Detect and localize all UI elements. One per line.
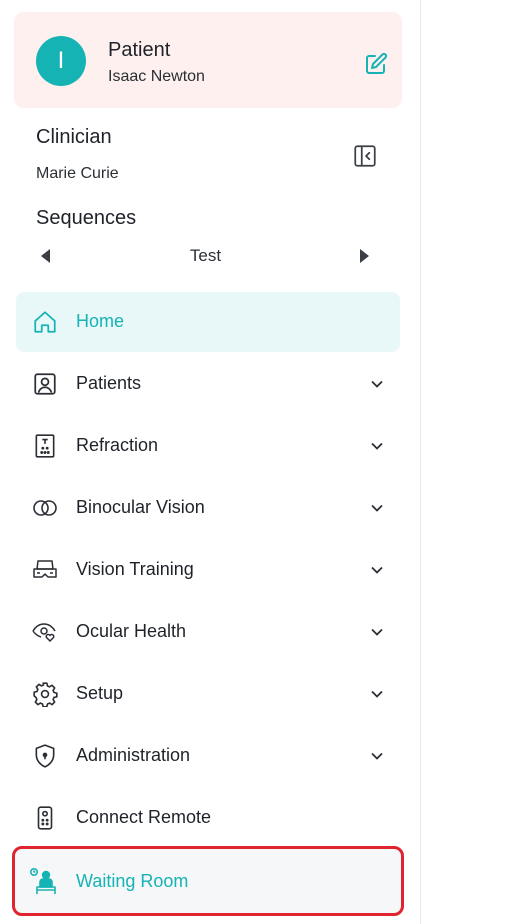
nav-item-waiting-room[interactable]: Waiting Room [12,846,404,916]
nav-label: Vision Training [76,559,194,579]
nav-item-refraction[interactable]: Refraction [16,416,400,476]
chevron-down-icon [368,561,386,579]
chevron-down-icon [368,685,386,703]
chevron-down-icon [368,437,386,455]
nav-item-patients[interactable]: Patients [16,354,400,414]
binocular-icon [30,493,60,523]
vr-headset-icon [30,555,60,585]
chevron-down-icon [368,375,386,393]
nav-label: Home [76,311,125,331]
eye-heart-icon [30,617,60,647]
edit-patient-button[interactable] [362,50,390,78]
eye-chart-icon [30,431,60,461]
nav-item-ocular-health[interactable]: Ocular Health [16,602,400,662]
home-icon [30,307,60,337]
collapse-sidebar-button[interactable] [350,142,380,170]
nav-label: Binocular Vision [76,497,205,517]
nav-item-administration[interactable]: Administration [16,726,400,786]
nav-item-vision-training[interactable]: Vision Training [16,540,400,600]
nav-label: Connect Remote [76,807,212,827]
caret-right-icon [359,249,369,263]
chevron-down-icon [368,499,386,517]
clinician-title: Clinician [36,126,112,148]
patient-card[interactable]: I Patient Isaac Newton [14,12,402,108]
chevron-down-icon [368,623,386,641]
clinician-name: Marie Curie [36,165,119,182]
nav-label: Patients [76,373,142,393]
edit-icon [364,52,388,76]
patient-title: Patient [108,39,171,61]
patient-icon [30,369,60,399]
patient-avatar: I [36,36,86,86]
collapse-sidebar-icon [352,143,378,169]
sequences-title: Sequences [36,207,137,229]
sidebar: I Patient Isaac Newton Clinician Marie C… [0,0,421,924]
nav-label: Administration [76,745,191,765]
patient-name: Isaac Newton [108,68,205,85]
nav-label: Setup [76,683,124,703]
main-content-area [422,0,524,924]
nav-item-home[interactable]: Home [16,292,400,352]
remote-icon [30,803,60,833]
waiting-room-icon [29,867,59,897]
nav-item-binocular-vision[interactable]: Binocular Vision [16,478,400,538]
chevron-down-icon [368,747,386,765]
gear-icon [30,679,60,709]
nav-label: Ocular Health [76,621,187,641]
sequence-current: Test [189,246,222,265]
nav-label: Waiting Room [76,871,189,891]
nav-item-connect-remote[interactable]: Connect Remote [16,788,400,848]
sequence-next-button[interactable] [356,246,372,266]
nav-label: Refraction [76,435,159,455]
shield-icon [30,741,60,771]
nav-item-setup[interactable]: Setup [16,664,400,724]
